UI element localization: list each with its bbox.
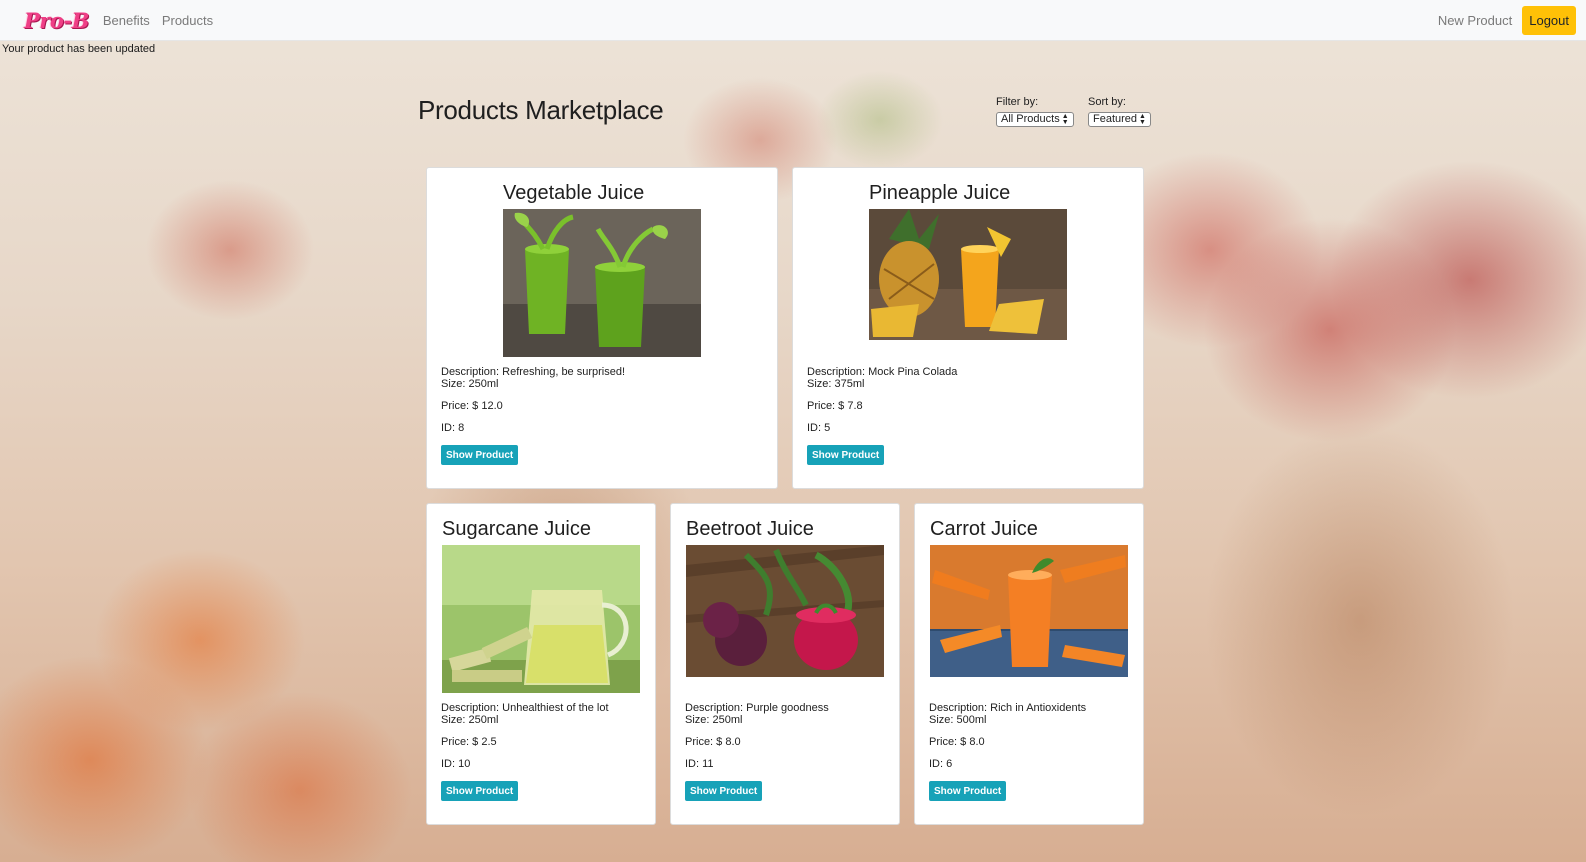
product-title: Pineapple Juice <box>869 182 1011 204</box>
product-title: Beetroot Juice <box>686 518 814 540</box>
product-title: Sugarcane Juice <box>442 518 591 540</box>
filter-group: Filter by: All Products ▲ ▼ <box>996 96 1074 127</box>
select-arrows-icon: ▲ ▼ <box>1061 112 1069 126</box>
product-size: Size: 375ml <box>807 378 865 390</box>
product-description: Description: Unhealthiest of the lot <box>441 702 609 714</box>
product-title: Carrot Juice <box>930 518 1038 540</box>
sugarcane-juice-image <box>442 545 640 693</box>
pineapple-juice-image <box>869 209 1067 340</box>
page-title: Products Marketplace <box>418 95 664 125</box>
product-size: Size: 250ml <box>441 714 499 726</box>
select-arrows-icon: ▲ ▼ <box>1139 112 1146 126</box>
product-info: Description: Purple goodness Size: 250ml <box>685 702 829 726</box>
product-description: Description: Refreshing, be surprised! <box>441 366 626 378</box>
show-product-button[interactable]: Show Product <box>929 781 1007 801</box>
product-id: ID: 8 <box>441 422 465 434</box>
filter-select[interactable]: All Products ▲ ▼ <box>996 112 1074 127</box>
product-info: Description: Rich in Antioxidents Size: … <box>929 702 1086 726</box>
logout-button[interactable]: Logout <box>1522 5 1576 35</box>
green-juice-image <box>503 209 701 357</box>
show-product-button[interactable]: Show Product <box>441 781 519 801</box>
sort-selected-value: Featured <box>1093 113 1138 125</box>
product-info: Description: Refreshing, be surprised! S… <box>441 366 625 390</box>
beetroot-juice-image <box>686 545 884 677</box>
show-product-button[interactable]: Show Product <box>441 445 519 465</box>
product-title: Vegetable Juice <box>503 182 645 204</box>
product-card: Pineapple Juice Description: Mock Pina C… <box>792 167 1144 489</box>
product-price: Price: $ 8.0 <box>929 736 985 748</box>
nav-link-benefits[interactable]: Benefits <box>103 13 150 28</box>
filter-selected-value: All Products <box>1001 113 1060 125</box>
carrot-juice-image <box>930 545 1128 677</box>
product-price: Price: $ 8.0 <box>685 736 741 748</box>
product-description: Description: Purple goodness <box>685 702 829 714</box>
brand-logo[interactable]: Pro-B <box>24 8 89 33</box>
product-price: Price: $ 12.0 <box>441 400 503 412</box>
product-info: Description: Unhealthiest of the lot Siz… <box>441 702 609 726</box>
product-card: Beetroot Juice Description: Purple goodn… <box>670 503 900 825</box>
product-size: Size: 250ml <box>685 714 743 726</box>
sort-group: Sort by: Featured ▲ ▼ <box>1088 96 1151 127</box>
product-card: Sugarcane Juice Description: Unhealthies… <box>426 503 656 825</box>
product-info: Description: Mock Pina Colada Size: 375m… <box>807 366 957 390</box>
product-id: ID: 11 <box>685 758 714 770</box>
product-size: Size: 500ml <box>929 714 987 726</box>
sort-label: Sort by: <box>1088 96 1126 108</box>
product-id: ID: 6 <box>929 758 953 770</box>
sort-select[interactable]: Featured ▲ ▼ <box>1088 112 1151 127</box>
show-product-button[interactable]: Show Product <box>807 445 885 465</box>
product-description: Description: Mock Pina Colada <box>807 366 958 378</box>
nav-link-new-product[interactable]: New Product <box>1438 13 1512 28</box>
filter-label: Filter by: <box>996 96 1039 108</box>
nav-right: New Product Logout <box>1432 5 1576 35</box>
show-product-button[interactable]: Show Product <box>685 781 763 801</box>
product-description: Description: Rich in Antioxidents <box>929 702 1087 714</box>
nav-link-products[interactable]: Products <box>162 13 213 28</box>
navbar: Pro-B Benefits Products New Product Logo… <box>0 0 1586 41</box>
product-price: Price: $ 2.5 <box>441 736 497 748</box>
product-card: Vegetable Juice Description: Refreshing,… <box>426 167 778 489</box>
product-id: ID: 5 <box>807 422 831 434</box>
product-size: Size: 250ml <box>441 378 499 390</box>
product-price: Price: $ 7.8 <box>807 400 863 412</box>
product-card: Carrot Juice Description: Rich in Antiox… <box>914 503 1144 825</box>
product-id: ID: 10 <box>441 758 471 770</box>
flash-message: Your product has been updated <box>2 43 156 55</box>
